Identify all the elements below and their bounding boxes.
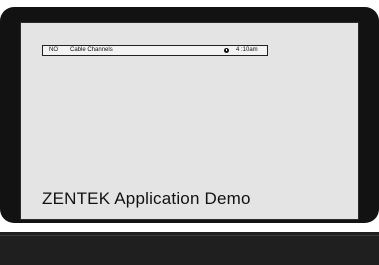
channel-number: NO: [49, 47, 58, 53]
tv-display: NO Cable Channels 4 :10am ZENTEK Applica…: [0, 0, 379, 265]
tv-screen: NO Cable Channels 4 :10am ZENTEK Applica…: [20, 22, 359, 220]
tv-bezel: NO Cable Channels 4 :10am ZENTEK Applica…: [0, 7, 379, 223]
app-title: ZENTEK Application Demo: [42, 189, 251, 208]
stand-divider: [0, 235, 379, 236]
channel-info-bar: NO Cable Channels 4 :10am: [42, 45, 268, 56]
channel-name: Cable Channels: [70, 47, 113, 53]
tv-stand: [0, 232, 379, 265]
channel-time: 4 :10am: [236, 47, 258, 53]
clock-icon: [224, 48, 229, 53]
